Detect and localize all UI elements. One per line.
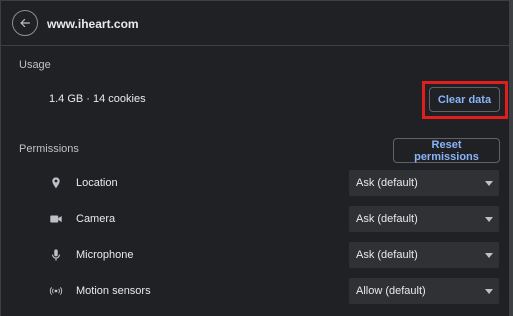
select-value: Allow (default): [356, 285, 426, 297]
back-button[interactable]: [12, 10, 38, 36]
permission-row-location: Location Ask (default): [1, 170, 510, 196]
highlight-box: [422, 81, 508, 119]
permission-row-microphone: Microphone Ask (default): [1, 242, 510, 268]
usage-summary: 1.4 GB · 14 cookies: [49, 93, 146, 105]
microphone-select[interactable]: Ask (default): [349, 242, 499, 268]
dropdown-arrow-icon: [485, 289, 493, 294]
permissions-heading: Permissions: [19, 143, 79, 155]
header: www.iheart.com: [1, 1, 510, 46]
select-value: Ask (default): [356, 213, 418, 225]
permission-label: Microphone: [76, 249, 134, 261]
motion-sensors-icon: [49, 284, 63, 298]
motion-sensors-select[interactable]: Allow (default): [349, 278, 499, 304]
microphone-icon: [49, 248, 63, 262]
dropdown-arrow-icon: [485, 217, 493, 222]
usage-heading: Usage: [19, 59, 51, 71]
site-title: www.iheart.com: [47, 17, 139, 31]
permission-row-motion-sensors: Motion sensors Allow (default): [1, 278, 510, 304]
reset-permissions-button[interactable]: Reset permissions: [393, 138, 500, 163]
select-value: Ask (default): [356, 249, 418, 261]
select-value: Ask (default): [356, 177, 418, 189]
site-settings-panel: www.iheart.com Usage 1.4 GB · 14 cookies…: [0, 0, 513, 316]
back-arrow-icon: [20, 18, 30, 28]
location-pin-icon: [49, 176, 63, 190]
camera-select[interactable]: Ask (default): [349, 206, 499, 232]
permission-label: Motion sensors: [76, 285, 151, 297]
permission-label: Location: [76, 177, 118, 189]
location-select[interactable]: Ask (default): [349, 170, 499, 196]
permission-label: Camera: [76, 213, 116, 225]
dropdown-arrow-icon: [485, 181, 493, 186]
permission-row-camera: Camera Ask (default): [1, 206, 510, 232]
camera-icon: [49, 212, 63, 226]
dropdown-arrow-icon: [485, 253, 493, 258]
